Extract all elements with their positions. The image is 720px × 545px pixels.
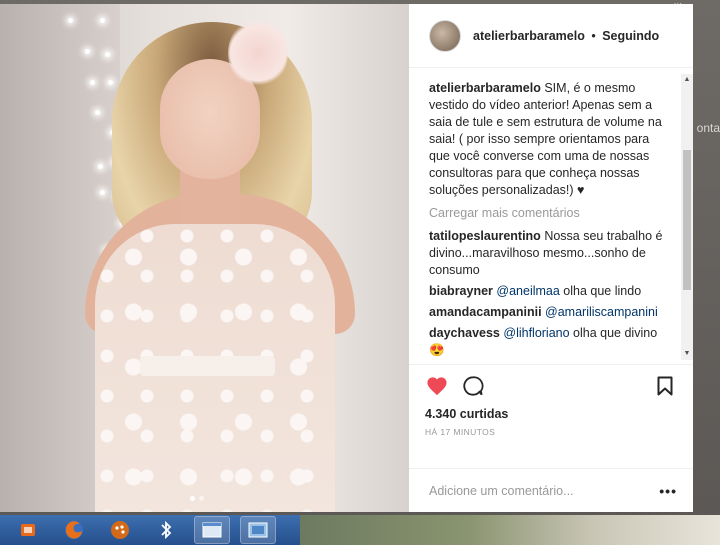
comments-scrollbar[interactable]: ▲ ▼ — [681, 74, 693, 360]
scroll-up-arrow-icon[interactable]: ▲ — [681, 74, 693, 86]
post-header: atelierbarbaramelo • Seguindo — [409, 4, 693, 68]
header-separator: • — [591, 28, 596, 43]
screenshot-icon[interactable] — [240, 516, 276, 544]
window-icon[interactable] — [194, 516, 230, 544]
firefox-icon[interactable] — [56, 516, 92, 544]
header-username[interactable]: atelierbarbaramelo — [473, 29, 585, 43]
following-button[interactable]: Seguindo — [602, 29, 659, 43]
comment-form: ••• — [409, 468, 693, 512]
photo-belt — [140, 356, 275, 376]
comment-list: tatilopeslaurentino Nossa seu trabalho é… — [429, 228, 673, 364]
comment-mention[interactable]: @aneilmaa — [496, 284, 559, 298]
comment-item: amandacampaninii @amariliscampanini — [429, 304, 673, 321]
comment-mention[interactable]: @amariliscampanini — [545, 305, 658, 319]
scroll-down-arrow-icon[interactable]: ▼ — [681, 348, 693, 360]
scroll-thumb[interactable] — [683, 150, 691, 290]
heart-icon[interactable] — [425, 374, 449, 398]
post-photo[interactable] — [0, 4, 409, 512]
comment-username[interactable]: tatilopeslaurentino — [429, 229, 541, 243]
header-text: atelierbarbaramelo • Seguindo — [473, 29, 659, 43]
avatar[interactable] — [429, 19, 461, 52]
comment-item: biabrayner @aneilmaa olha que lindo — [429, 283, 673, 300]
comment-username[interactable]: biabrayner — [429, 284, 493, 298]
load-more-comments[interactable]: Carregar mais comentários — [429, 205, 673, 222]
photo-flower — [228, 18, 288, 88]
comments-section[interactable]: atelierbarbaramelo SIM, é o mesmo vestid… — [409, 68, 693, 364]
bluetooth-icon[interactable] — [148, 516, 184, 544]
comment-item: daychavess @lihfloriano olha que divino … — [429, 325, 673, 359]
post-time: HÁ 17 MINUTOS — [425, 427, 496, 437]
post-actions: 4.340 curtidas HÁ 17 MINUTOS — [409, 364, 693, 468]
caption: atelierbarbaramelo SIM, é o mesmo vestid… — [429, 80, 673, 199]
paint-icon[interactable] — [102, 516, 138, 544]
comment-text: olha que lindo — [559, 284, 642, 298]
comment-bubble-icon[interactable] — [461, 374, 485, 398]
post-panel: atelierbarbaramelo • Seguindo atelierbar… — [409, 4, 693, 512]
comment-username[interactable]: amandacampaninii — [429, 305, 542, 319]
caption-text: SIM, é o mesmo vestido do vídeo anterior… — [429, 81, 662, 197]
carousel-dots — [190, 496, 204, 501]
taskbar-wallpaper — [300, 515, 720, 545]
more-options-button[interactable]: ••• — [659, 483, 677, 499]
comment-username[interactable]: daychavess — [429, 326, 500, 340]
likes-count[interactable]: 4.340 curtidas — [425, 407, 677, 421]
caption-username[interactable]: atelierbarbaramelo — [429, 81, 541, 95]
comment-mention[interactable]: @lihfloriano — [503, 326, 569, 340]
taskbar — [0, 515, 720, 545]
bookmark-icon[interactable] — [653, 374, 677, 398]
comment-input[interactable] — [429, 483, 660, 498]
start-icon[interactable] — [10, 516, 46, 544]
comment-item: camilaanobrega @carlaguimara — [429, 363, 673, 364]
comment-item: tatilopeslaurentino Nossa seu trabalho é… — [429, 228, 673, 279]
background-side-text: onta — [696, 121, 720, 135]
